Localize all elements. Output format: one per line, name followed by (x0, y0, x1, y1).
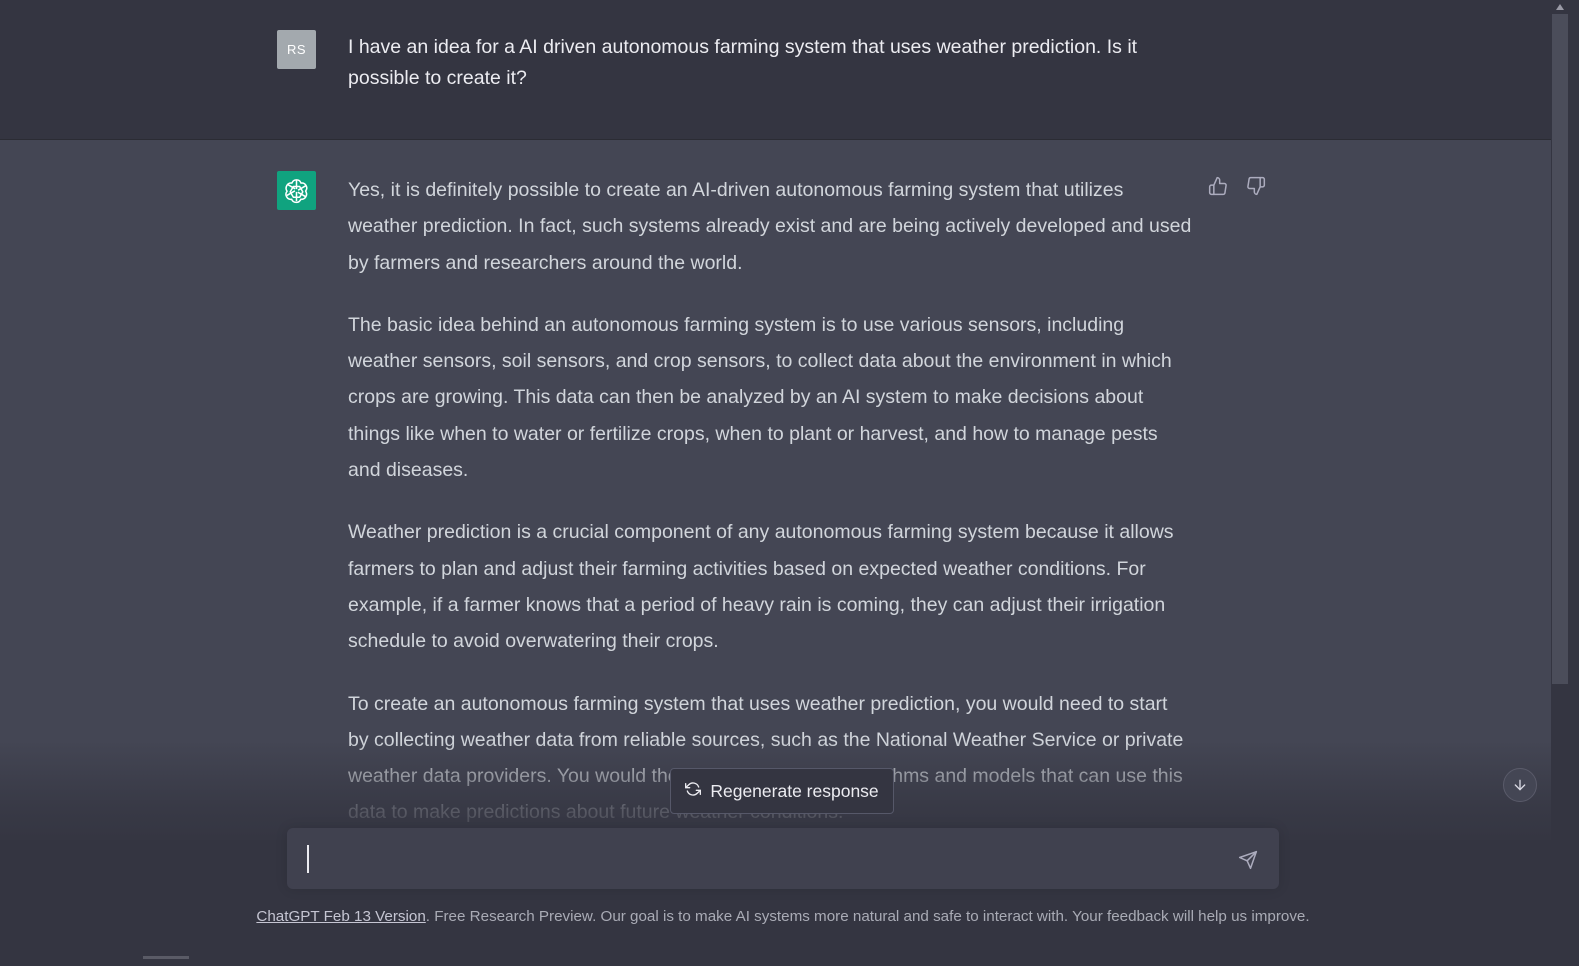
text-caret (307, 845, 309, 873)
refresh-icon (685, 781, 702, 802)
thumbs-up-icon[interactable] (1206, 174, 1230, 198)
assistant-paragraph: Weather prediction is a crucial componen… (348, 521, 1174, 653)
feedback-buttons (1206, 174, 1268, 198)
user-message-text: I have an idea for a AI driven autonomou… (348, 36, 1138, 89)
regenerate-response-button[interactable]: Regenerate response (670, 768, 894, 814)
assistant-paragraph: The basic idea behind an autonomous farm… (348, 313, 1172, 482)
user-avatar: RS (277, 30, 316, 69)
assistant-message-row: Yes, it is definitely possible to create… (0, 140, 1560, 840)
scroll-up-arrow-icon[interactable] (1552, 0, 1568, 14)
send-icon[interactable] (1235, 847, 1261, 873)
thumbs-down-icon[interactable] (1244, 174, 1268, 198)
assistant-paragraph: Yes, it is definitely possible to create… (348, 179, 1192, 274)
footer-text: . Free Research Preview. Our goal is to … (425, 908, 1310, 925)
taskbar-edge (143, 956, 189, 959)
chat-app: RS I have an idea for a AI driven autono… (0, 0, 1579, 966)
arrow-down-icon[interactable] (1503, 768, 1537, 802)
regenerate-response-label: Regenerate response (710, 780, 879, 801)
user-message-row: RS I have an idea for a AI driven autono… (0, 0, 1560, 140)
footer-disclaimer: ChatGPT Feb 13 Version. Free Research Pr… (0, 907, 1566, 927)
assistant-message-text: Yes, it is definitely possible to create… (348, 172, 1193, 857)
scrollbar-thumb[interactable] (1552, 14, 1568, 684)
message-input-container (287, 828, 1279, 889)
openai-logo-icon (277, 171, 316, 210)
version-link[interactable]: ChatGPT Feb 13 Version (256, 908, 425, 925)
message-input[interactable] (305, 844, 1209, 878)
